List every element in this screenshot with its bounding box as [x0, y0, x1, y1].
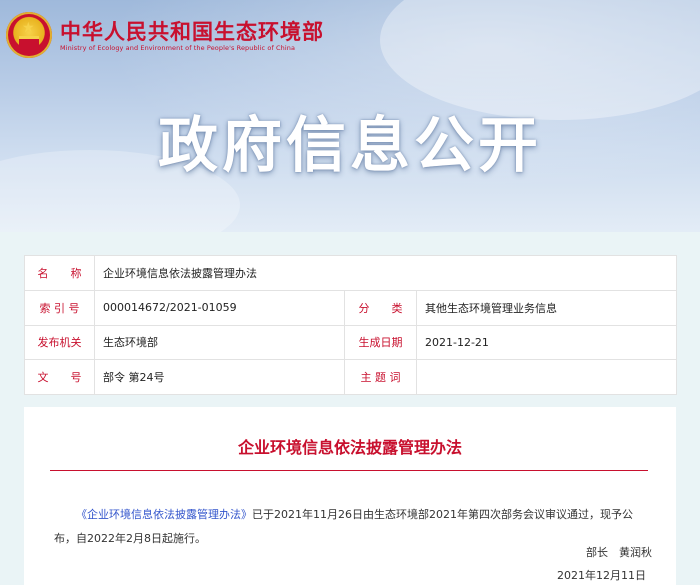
- national-emblem-icon[interactable]: ★: [6, 12, 52, 58]
- meta-row-name: 名 称 企业环境信息依法披露管理办法: [24, 255, 678, 291]
- meta-row-docno: 文 号 部令 第24号 主 题 词: [24, 359, 678, 395]
- meta-value-subject: [415, 359, 678, 395]
- meta-label-name: 名 称: [24, 255, 95, 291]
- document-body: 《企业环境信息依法披露管理办法》已于2021年11月26日由生态环境部2021年…: [54, 503, 654, 551]
- ministry-name-cn[interactable]: 中华人民共和国生态环境部: [60, 16, 324, 46]
- meta-label-date: 生成日期: [344, 324, 417, 361]
- meta-value-issuer: 生态环境部: [94, 324, 345, 361]
- signature-date: 2021年12月11日: [557, 569, 646, 582]
- meta-value-name: 企业环境信息依法披露管理办法: [93, 255, 678, 291]
- title-divider: [50, 470, 648, 471]
- meta-value-date: 2021-12-21: [415, 324, 678, 361]
- header-banner: ★ 中华人民共和国生态环境部 Ministry of Ecology and E…: [0, 0, 700, 232]
- meta-row-issuer: 发布机关 生态环境部 生成日期 2021-12-21: [24, 324, 678, 361]
- meta-value-docno: 部令 第24号: [94, 359, 345, 395]
- signature: 部长 黄润秋: [586, 546, 652, 559]
- document-meta-table: 名 称 企业环境信息依法披露管理办法 索 引 号 000014672/2021-…: [24, 255, 678, 395]
- meta-label-docno: 文 号: [24, 359, 95, 395]
- meta-value-category: 其他生态环境管理业务信息: [415, 289, 678, 326]
- document-content: 企业环境信息依法披露管理办法 《企业环境信息依法披露管理办法》已于2021年11…: [24, 407, 676, 585]
- meta-label-index: 索 引 号: [24, 289, 95, 326]
- document-title: 企业环境信息依法披露管理办法: [237, 438, 462, 457]
- meta-label-subject: 主 题 词: [344, 359, 417, 395]
- meta-label-issuer: 发布机关: [24, 324, 95, 361]
- meta-row-index: 索 引 号 000014672/2021-01059 分 类 其他生态环境管理业…: [24, 289, 678, 326]
- page-hero-title: 政府信息公开: [158, 111, 542, 181]
- ministry-name-en: Ministry of Ecology and Environment of t…: [60, 44, 296, 52]
- meta-label-category: 分 类: [344, 289, 417, 326]
- meta-value-index: 000014672/2021-01059: [94, 289, 345, 326]
- regulation-link[interactable]: 《企业环境信息依法披露管理办法》: [76, 508, 252, 521]
